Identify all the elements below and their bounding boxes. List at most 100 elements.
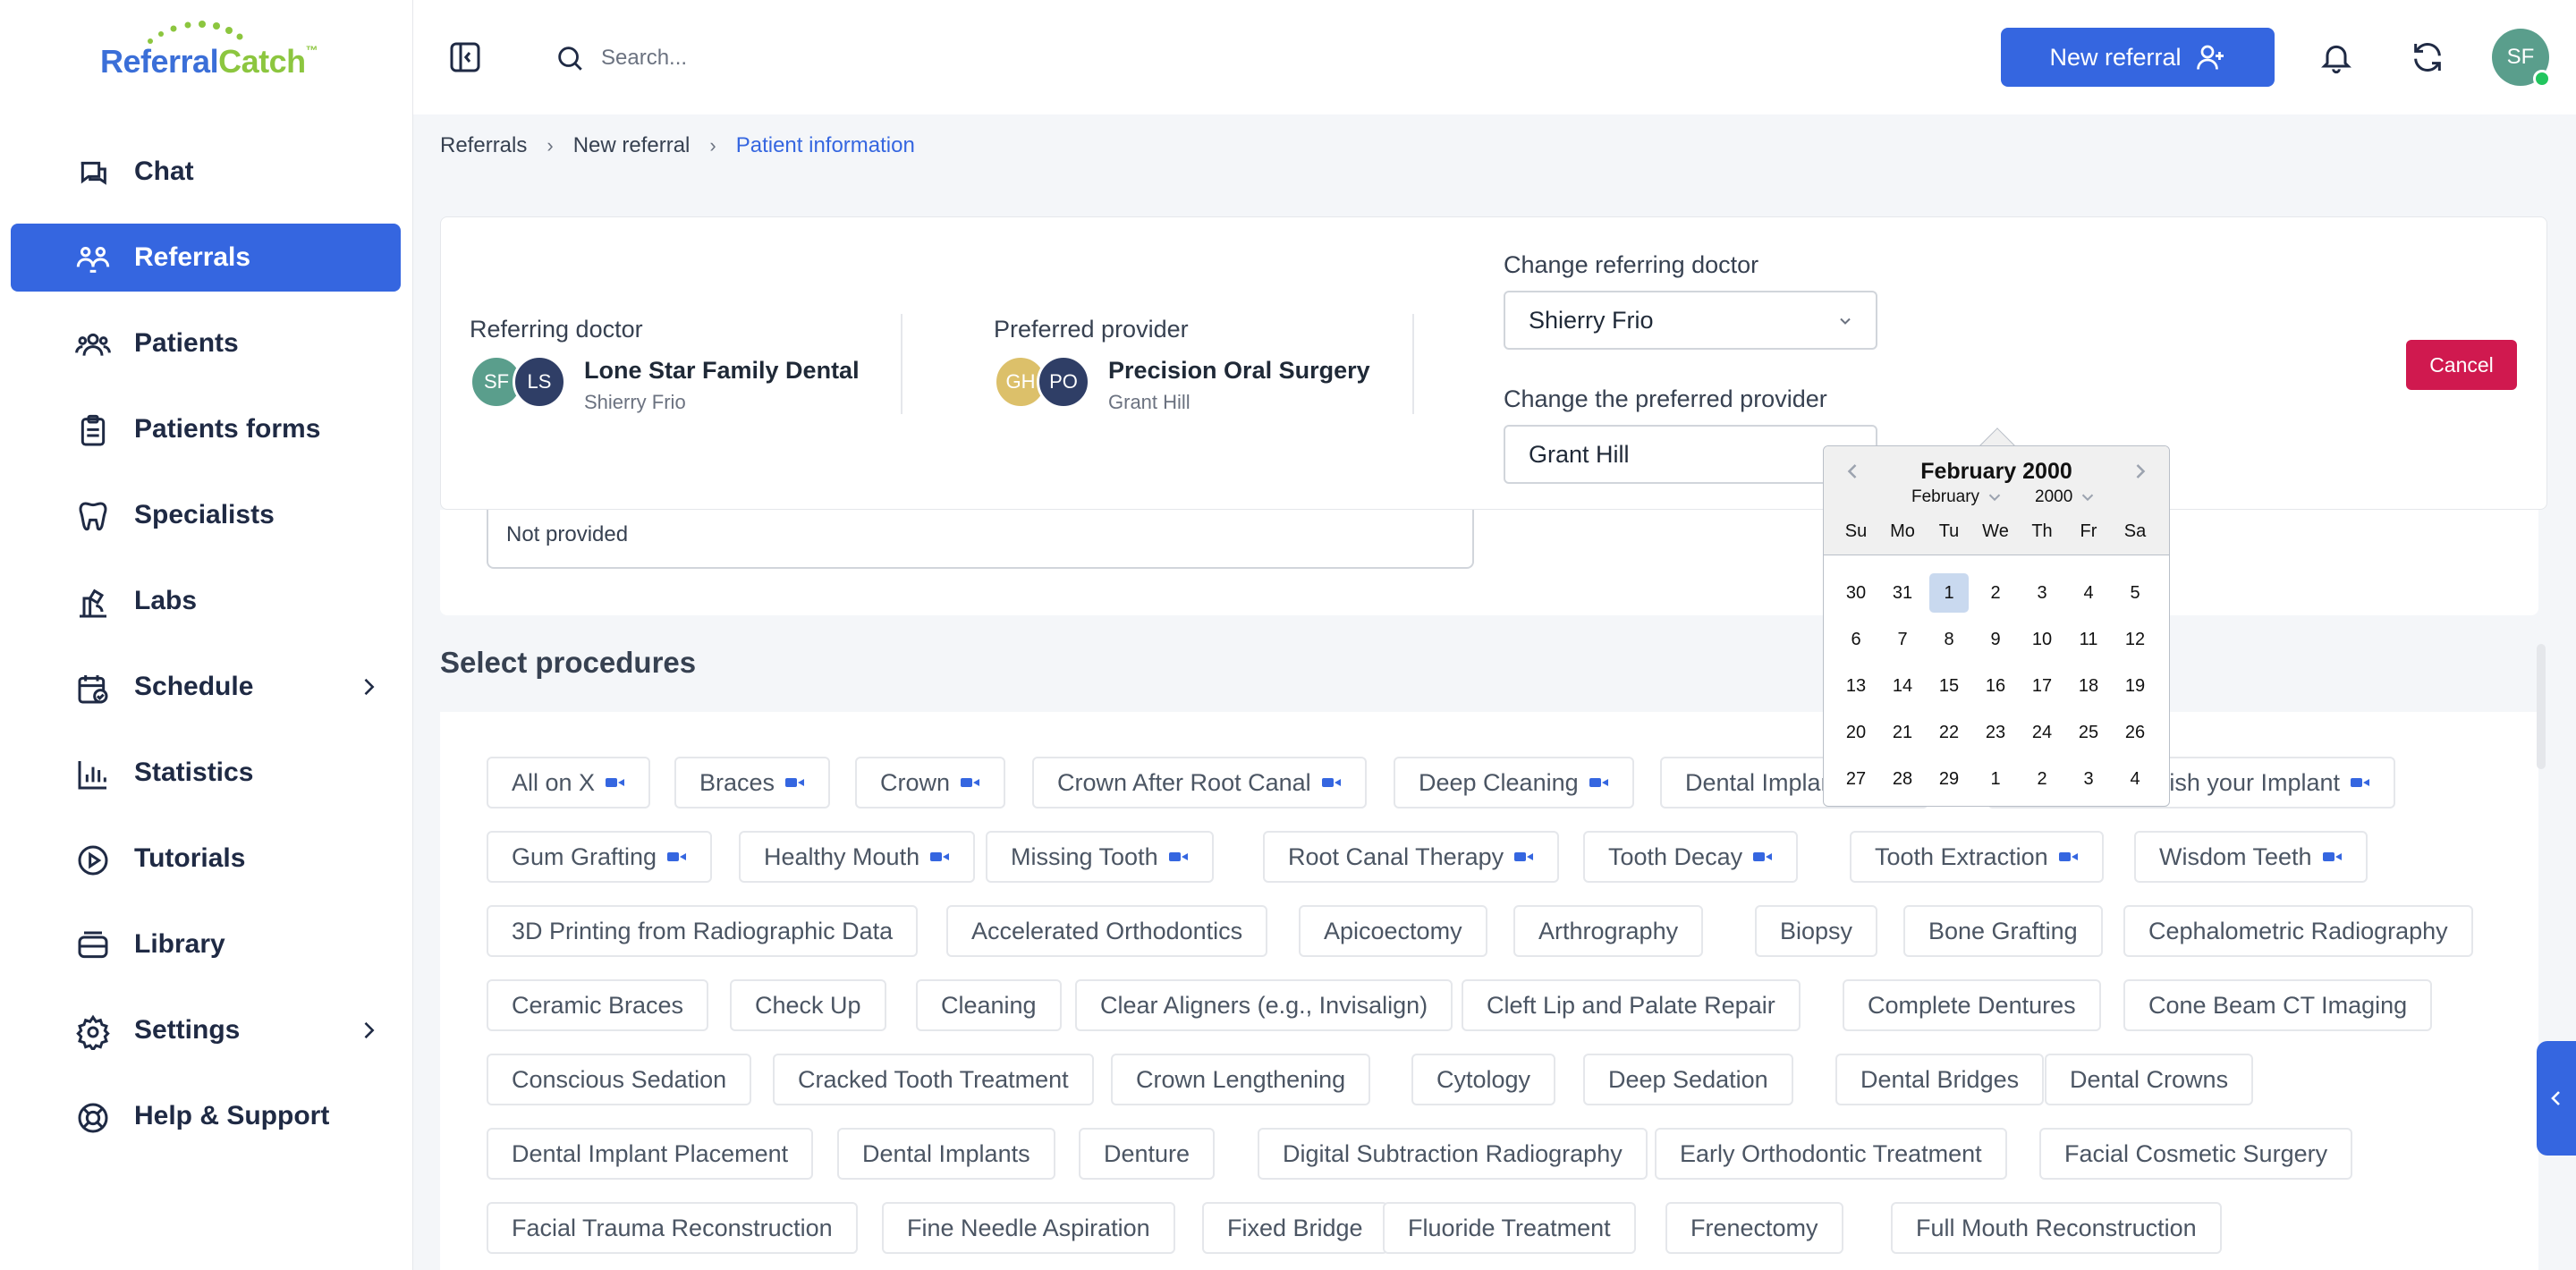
procedure-chip[interactable]: Tooth Extraction [1850, 831, 2104, 883]
calendar-day[interactable]: 9 [1976, 620, 2015, 659]
scrollbar[interactable] [2537, 644, 2546, 769]
sidebar-item-help-support[interactable]: Help & Support [11, 1082, 401, 1150]
procedure-chip[interactable]: Crown Lengthening [1111, 1054, 1371, 1105]
procedure-chip[interactable]: Gum Grafting [487, 831, 713, 883]
procedure-chip[interactable]: Crown [855, 757, 1006, 809]
calendar-day[interactable]: 2 [2022, 759, 2062, 799]
procedure-chip[interactable]: All on X [487, 757, 651, 809]
procedure-chip[interactable]: Facial Cosmetic Surgery [2039, 1128, 2353, 1180]
sidebar-item-library[interactable]: Library [11, 910, 401, 978]
calendar-day[interactable]: 10 [2022, 620, 2062, 659]
calendar-day[interactable]: 16 [1976, 666, 2015, 706]
side-panel-toggle[interactable] [2537, 1041, 2576, 1156]
procedure-chip[interactable]: Braces [674, 757, 831, 809]
calendar-day[interactable]: 17 [2022, 666, 2062, 706]
calendar-day[interactable]: 30 [1836, 573, 1876, 613]
procedure-chip[interactable]: Deep Sedation [1583, 1054, 1793, 1105]
search-input[interactable] [601, 46, 977, 71]
procedure-chip[interactable]: Cone Beam CT Imaging [2123, 979, 2433, 1031]
procedure-chip[interactable]: Cephalometric Radiography [2123, 905, 2473, 957]
procedure-chip[interactable]: Wisdom Teeth [2134, 831, 2368, 883]
sidebar-item-schedule[interactable]: Schedule [11, 653, 401, 721]
month-select[interactable]: February [1911, 487, 2004, 507]
sidebar-item-referrals[interactable]: Referrals [11, 224, 401, 292]
calendar-day[interactable]: 15 [1929, 666, 1969, 706]
calendar-day[interactable]: 28 [1883, 759, 1922, 799]
breadcrumb-referrals[interactable]: Referrals [440, 133, 527, 158]
procedure-chip[interactable]: Root Canal Therapy [1263, 831, 1560, 883]
procedure-chip[interactable]: Cracked Tooth Treatment [773, 1054, 1094, 1105]
chevron-right-icon[interactable] [356, 1018, 381, 1043]
procedure-chip[interactable]: Clear Aligners (e.g., Invisalign) [1075, 979, 1453, 1031]
calendar-day[interactable]: 8 [1929, 620, 1969, 659]
procedure-chip[interactable]: Conscious Sedation [487, 1054, 752, 1105]
calendar-day[interactable]: 7 [1883, 620, 1922, 659]
procedure-chip[interactable]: Ceramic Braces [487, 979, 709, 1031]
calendar-day[interactable]: 26 [2115, 713, 2155, 752]
bell-icon[interactable] [2318, 39, 2354, 75]
calendar-day[interactable]: 3 [2069, 759, 2108, 799]
procedure-chip[interactable]: Arthrography [1513, 905, 1704, 957]
procedure-chip[interactable]: Apicoectomy [1299, 905, 1487, 957]
procedure-chip[interactable]: Crown After Root Canal [1032, 757, 1367, 809]
procedure-chip[interactable]: Tooth Decay [1583, 831, 1799, 883]
procedure-chip[interactable]: Facial Trauma Reconstruction [487, 1202, 858, 1254]
change-doctor-select[interactable]: Shierry Frio [1504, 291, 1877, 350]
procedure-chip[interactable]: Digital Subtraction Radiography [1258, 1128, 1648, 1180]
sidebar-item-settings[interactable]: Settings [11, 996, 401, 1064]
procedure-chip[interactable]: Healthy Mouth [739, 831, 976, 883]
procedure-chip[interactable]: Cytology [1411, 1054, 1556, 1105]
procedure-chip[interactable]: Fine Needle Aspiration [882, 1202, 1175, 1254]
change-provider-select[interactable]: Grant Hill [1504, 425, 1877, 484]
user-avatar[interactable]: SF [2492, 29, 2551, 88]
sidebar-item-chat[interactable]: Chat [11, 138, 401, 206]
cancel-button[interactable]: Cancel [2406, 340, 2517, 390]
calendar-day[interactable]: 24 [2022, 713, 2062, 752]
next-month-icon[interactable] [2128, 459, 2153, 484]
calendar-day[interactable]: 19 [2115, 666, 2155, 706]
calendar-day[interactable]: 29 [1929, 759, 1969, 799]
calendar-day[interactable]: 11 [2069, 620, 2108, 659]
calendar-day[interactable]: 27 [1836, 759, 1876, 799]
calendar-day[interactable]: 2 [1976, 573, 2015, 613]
calendar-day[interactable]: 22 [1929, 713, 1969, 752]
calendar-day[interactable]: 25 [2069, 713, 2108, 752]
calendar-day[interactable]: 1 [1976, 759, 2015, 799]
calendar-day[interactable]: 13 [1836, 666, 1876, 706]
referralcatch-logo[interactable]: ReferralCatch™ [100, 20, 318, 82]
calendar-day[interactable]: 1 [1929, 573, 1969, 613]
sidebar-item-patients-forms[interactable]: Patients forms [11, 395, 401, 463]
calendar-day[interactable]: 21 [1883, 713, 1922, 752]
calendar-day[interactable]: 6 [1836, 620, 1876, 659]
sidebar-item-statistics[interactable]: Statistics [11, 739, 401, 807]
procedure-chip[interactable]: Cleaning [916, 979, 1062, 1031]
procedure-chip[interactable]: Fixed Bridge [1202, 1202, 1388, 1254]
procedure-chip[interactable]: Dental Bridges [1835, 1054, 2045, 1105]
refresh-icon[interactable] [2410, 39, 2445, 75]
calendar-day[interactable]: 14 [1883, 666, 1922, 706]
procedure-chip[interactable]: Biopsy [1755, 905, 1878, 957]
procedure-chip[interactable]: Fluoride Treatment [1383, 1202, 1636, 1254]
procedure-chip[interactable]: Dental Implant Placement [487, 1128, 814, 1180]
procedure-chip[interactable]: 3D Printing from Radiographic Data [487, 905, 919, 957]
chevron-right-icon[interactable] [356, 674, 381, 699]
calendar-day[interactable]: 20 [1836, 713, 1876, 752]
calendar-day[interactable]: 23 [1976, 713, 2015, 752]
procedure-chip[interactable]: Check Up [730, 979, 886, 1031]
procedure-chip[interactable]: Dental Implants [837, 1128, 1055, 1180]
procedure-chip[interactable]: Missing Tooth [986, 831, 1214, 883]
procedure-chip[interactable]: Cleft Lip and Palate Repair [1462, 979, 1801, 1031]
procedure-chip[interactable]: Denture [1079, 1128, 1216, 1180]
sidebar-collapse-icon[interactable] [447, 39, 483, 75]
procedure-chip[interactable]: Accelerated Orthodontics [946, 905, 1268, 957]
procedure-chip[interactable]: Frenectomy [1665, 1202, 1843, 1254]
sidebar-item-specialists[interactable]: Specialists [11, 481, 401, 549]
not-provided-select[interactable]: Not provided [487, 510, 1474, 569]
calendar-day[interactable]: 4 [2069, 573, 2108, 613]
calendar-day[interactable]: 4 [2115, 759, 2155, 799]
new-referral-button[interactable]: New referral [2001, 28, 2275, 87]
sidebar-item-labs[interactable]: Labs [11, 567, 401, 635]
breadcrumb-new-referral[interactable]: New referral [573, 133, 691, 158]
procedure-chip[interactable]: Full Mouth Reconstruction [1891, 1202, 2222, 1254]
sidebar-item-tutorials[interactable]: Tutorials [11, 825, 401, 893]
